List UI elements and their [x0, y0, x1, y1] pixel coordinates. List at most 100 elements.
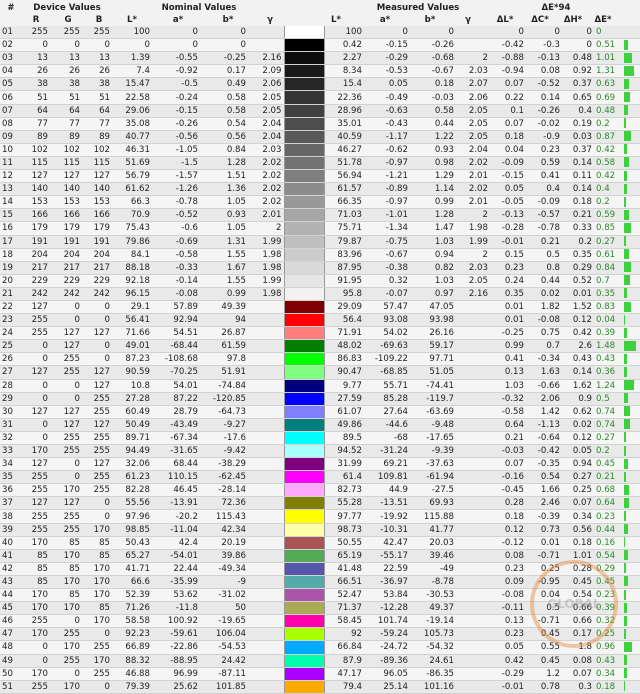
table-row: 250127049.01-68.4461.5948.02-69.6359.170… [0, 340, 640, 353]
row-index: 30 [0, 405, 22, 418]
table-row: 1617917917975.43-0.61.05275.71-1.341.471… [0, 222, 640, 235]
device-b: 255 [82, 667, 112, 680]
device-b: 255 [82, 471, 112, 484]
delta-l: -0.94 [490, 65, 526, 78]
nominal-b: -9.42 [200, 445, 248, 458]
delta-e-bar-cell [624, 65, 640, 78]
measured-b: 97.71 [410, 353, 456, 366]
color-swatch [284, 222, 324, 235]
measured-a: -59.24 [364, 628, 410, 641]
row-index: 05 [0, 78, 22, 91]
delta-c: -0.39 [526, 510, 562, 523]
nominal-l: 97.96 [112, 510, 152, 523]
nominal-gamma: 2.06 [248, 78, 284, 91]
delta-l: 0.35 [490, 287, 526, 300]
col-delta-c: ΔC* [531, 14, 548, 26]
color-swatch [284, 170, 324, 183]
delta-l: -0.01 [490, 235, 526, 248]
table-row: 031313131.39-0.55-0.252.162.27-0.29-0.68… [0, 52, 640, 65]
nominal-a: -108.68 [152, 353, 200, 366]
color-swatch [284, 615, 324, 628]
delta-e-bar-cell [624, 170, 640, 183]
nominal-gamma [248, 667, 284, 680]
header-group-row: # Device Values Nominal Values Measured … [0, 2, 640, 14]
nominal-b: -19.65 [200, 615, 248, 628]
nominal-gamma: 2.03 [248, 143, 284, 156]
delta-l: 0.23 [490, 562, 526, 575]
device-r: 170 [22, 602, 50, 615]
device-g: 85 [50, 589, 82, 602]
color-swatch [284, 471, 324, 484]
measured-gamma [456, 667, 490, 680]
delta-l: 0.41 [490, 353, 526, 366]
measured-l: 47.17 [324, 667, 364, 680]
nominal-a: -0.24 [152, 91, 200, 104]
delta-e-bar [624, 419, 630, 429]
measured-l: 92 [324, 628, 364, 641]
delta-e: 0.84 [594, 261, 624, 274]
device-b: 127 [82, 458, 112, 471]
delta-e-bar-cell [624, 628, 640, 641]
device-b: 229 [82, 274, 112, 287]
delta-h: 0.18 [562, 536, 594, 549]
table-row: 2124224224296.15-0.080.991.9895.8-0.070.… [0, 287, 640, 300]
nominal-gamma [248, 418, 284, 431]
nominal-b: 1.67 [200, 261, 248, 274]
row-index: 51 [0, 680, 22, 693]
nominal-l: 84.1 [112, 248, 152, 261]
delta-e: 0.96 [594, 641, 624, 654]
delta-e-bar [624, 537, 625, 547]
measured-gamma [456, 602, 490, 615]
delta-e-bar-cell [624, 26, 640, 39]
row-index: 15 [0, 209, 22, 222]
nominal-a: -70.25 [152, 366, 200, 379]
delta-c: 1.42 [526, 405, 562, 418]
col-nominal-gamma: γ [267, 14, 273, 26]
measured-l: 40.59 [324, 130, 364, 143]
nominal-a: 53.62 [152, 589, 200, 602]
col-b: B [96, 14, 103, 26]
measured-l: 87.9 [324, 654, 364, 667]
nominal-b: 26.87 [200, 327, 248, 340]
nominal-a: 25.62 [152, 680, 200, 693]
measured-a: 27.64 [364, 405, 410, 418]
table-row: 0538383815.47-0.50.492.0615.40.050.182.0… [0, 78, 640, 91]
measured-gamma: 2.16 [456, 287, 490, 300]
nominal-b: -64.73 [200, 405, 248, 418]
measured-a: -31.24 [364, 445, 410, 458]
table-row: 3625517025582.2846.45-28.1482.7344.9-27.… [0, 484, 640, 497]
table-row: 1314014014061.62-1.261.362.0261.57-0.891… [0, 183, 640, 196]
nominal-b: 1.28 [200, 156, 248, 169]
measured-gamma [456, 418, 490, 431]
measured-a: -0.75 [364, 235, 410, 248]
measured-l: 95.8 [324, 287, 364, 300]
delta-e-bar-cell [624, 117, 640, 130]
device-b: 0 [82, 510, 112, 523]
nominal-gamma [248, 536, 284, 549]
color-swatch [284, 65, 324, 78]
device-g: 255 [50, 654, 82, 667]
device-r: 255 [22, 484, 50, 497]
device-b: 170 [82, 575, 112, 588]
nominal-gamma: 2.05 [248, 91, 284, 104]
nominal-a: -0.5 [152, 78, 200, 91]
device-g: 255 [50, 431, 82, 444]
delta-c: -0.3 [526, 39, 562, 52]
nominal-b: 0 [200, 26, 248, 39]
nominal-b: 94 [200, 314, 248, 327]
table-row: 40170858550.4342.420.1950.5542.4720.03-0… [0, 536, 640, 549]
device-g: 115 [50, 156, 82, 169]
nominal-l: 50.43 [112, 536, 152, 549]
delta-h: 0 [562, 26, 594, 39]
device-b: 255 [82, 26, 112, 39]
nominal-l: 60.49 [112, 405, 152, 418]
nominal-a: 110.15 [152, 471, 200, 484]
nominal-l: 79.39 [112, 680, 152, 693]
nominal-gamma [248, 300, 284, 313]
table-row: 3012712725560.4928.79-64.7361.0727.64-63… [0, 405, 640, 418]
delta-e-bar-cell [624, 52, 640, 65]
device-g: 255 [50, 26, 82, 39]
delta-l: 0.1 [490, 104, 526, 117]
row-index: 29 [0, 392, 22, 405]
delta-e: 0.2 [594, 196, 624, 209]
